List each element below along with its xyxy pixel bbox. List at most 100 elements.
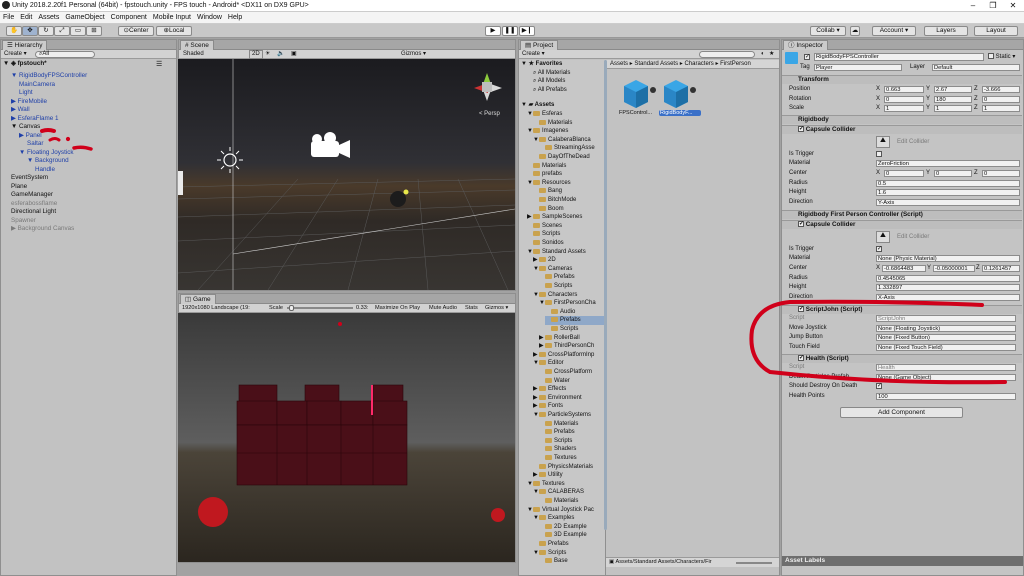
transform-y-field[interactable]: 2.67 (934, 86, 972, 93)
jump-button-circle[interactable] (491, 508, 505, 522)
favorite-all-materials[interactable]: ⌕ All Materials (533, 69, 570, 78)
health-header[interactable]: ✓ Health (Script) (782, 354, 1022, 363)
game-gizmos-dropdown[interactable]: Gizmos ▾ (485, 304, 508, 312)
folder-item[interactable]: PhysicsMaterials (533, 463, 604, 472)
center-1-y[interactable]: 0 (934, 170, 972, 177)
rotate-tool-icon[interactable]: ↻ (38, 26, 54, 36)
folder-item[interactable]: ▶ SampleScenes (527, 213, 604, 222)
radius-2-field[interactable]: 0.4545065 (876, 275, 1020, 282)
capsule1-checkbox[interactable]: ✓ (798, 126, 804, 133)
hierarchy-menu-icon[interactable]: ☰ (156, 60, 162, 68)
folder-item[interactable]: Water (539, 377, 604, 386)
camera-gizmo-icon[interactable] (311, 132, 350, 158)
hierarchy-item[interactable]: ▶ FireMobile (11, 98, 47, 107)
expand-arrow-icon[interactable]: ▶ (11, 225, 18, 232)
hierarchy-item[interactable]: ▼ Canvas (11, 123, 40, 132)
folder-item[interactable]: Boom (533, 205, 604, 214)
should-destroy-checkbox[interactable]: ✓ (876, 383, 882, 390)
project-create-button[interactable]: Create ▾ (522, 50, 545, 58)
folder-item[interactable]: ▶ Fonts (533, 402, 604, 411)
project-search-input[interactable] (699, 51, 755, 58)
tag-dropdown[interactable]: Player (814, 64, 902, 71)
menu-window[interactable]: Window (194, 12, 225, 24)
folder-item[interactable]: ▶ Utility (533, 471, 604, 480)
folder-item[interactable]: Scripts (539, 437, 604, 446)
hierarchy-item[interactable]: Handle (35, 166, 55, 175)
hierarchy-item[interactable]: ▶ Background Canvas (11, 225, 74, 234)
expand-arrow-icon[interactable]: ▼ (11, 123, 19, 130)
folder-item[interactable]: ▼ FirstPersonCha (539, 299, 604, 308)
tab-hierarchy[interactable]: ☰ Hierarchy (2, 40, 48, 50)
hierarchy-item[interactable]: Spawner (11, 217, 36, 226)
folder-item[interactable]: Prefabs (539, 273, 604, 282)
favorites-header[interactable]: ▼ ★ Favorites (521, 60, 562, 69)
scene-viewport[interactable]: < Persp (177, 59, 516, 291)
active-checkbox[interactable]: ✓ (804, 54, 810, 61)
capsule-collider-2-header[interactable]: ✓ Capsule Collider (782, 220, 1022, 229)
transform-z-field[interactable]: 0 (982, 95, 1020, 103)
pivot-space-toggle[interactable]: ⊕Local (156, 26, 192, 36)
mute-audio-toggle[interactable]: Mute Audio (429, 304, 457, 312)
transform-x-field[interactable]: 0.663 (884, 86, 924, 93)
is-trigger-1-checkbox[interactable] (876, 151, 882, 158)
menu-mobile-input[interactable]: Mobile Input (150, 12, 194, 24)
expand-arrow-icon[interactable]: ▶ (11, 106, 18, 113)
center-2-y[interactable]: -0.05000001 (933, 265, 975, 272)
folder-item[interactable]: ▼ CalaberaBlanca (533, 136, 604, 145)
menu-file[interactable]: File (0, 12, 17, 24)
capsule2-checkbox[interactable]: ✓ (798, 221, 804, 228)
move-joystick-circle[interactable] (198, 497, 228, 527)
folder-item[interactable]: CrossPlatform (539, 368, 604, 377)
folder-item[interactable]: DayOfTheDead (533, 153, 604, 162)
layer-dropdown[interactable]: Default (932, 64, 1020, 71)
folder-item[interactable]: Base (539, 557, 604, 566)
expand-arrow-icon[interactable]: ▶ (19, 132, 26, 139)
rbfpc-header[interactable]: Rigidbody First Person Controller (Scrip… (782, 210, 1022, 219)
tab-inspector[interactable]: ⓘ Inspector (783, 40, 829, 50)
scriptjohn-row-field[interactable]: None (Floating Joystick) (876, 324, 1016, 332)
folder-item[interactable]: Sonidos (527, 239, 604, 248)
menu-help[interactable]: Help (225, 12, 245, 24)
menu-gameobject[interactable]: GameObject (62, 12, 107, 24)
scale-slider[interactable] (287, 307, 353, 309)
favorite-all-prefabs[interactable]: ⌕ All Prefabs (533, 86, 567, 95)
material-2-field[interactable]: None (Physic Material) (876, 255, 1020, 262)
hierarchy-create-button[interactable]: Create ▾ (4, 50, 27, 58)
menu-component[interactable]: Component (108, 12, 150, 24)
scale-slider-thumb[interactable] (289, 305, 294, 311)
layout-dropdown[interactable]: Layout (974, 26, 1018, 36)
expand-arrow-icon[interactable]: ▼ (19, 149, 27, 156)
resolution-dropdown[interactable]: 1920x1080 Landscape (19: (182, 304, 266, 312)
hierarchy-item[interactable]: ▶ Wall (11, 106, 30, 115)
folder-item[interactable]: ▼ Esferas (527, 110, 604, 119)
scriptjohn-row-field[interactable]: ScriptJohn (876, 315, 1016, 322)
transform-z-field[interactable]: 1 (982, 105, 1020, 112)
hierarchy-item[interactable]: ▼ RigidBodyFPSController (11, 72, 87, 81)
folder-item[interactable]: Bang (533, 187, 604, 196)
effects-toggle-icon[interactable]: ▣ (291, 50, 297, 58)
move-tool-icon[interactable]: ✥ (22, 26, 38, 36)
pivot-center-toggle[interactable]: ⊙Center (118, 26, 154, 36)
rigidbody-header[interactable]: Rigidbody (782, 115, 1022, 124)
lighting-toggle-icon[interactable]: ☀ (265, 50, 270, 58)
tree-scrollbar[interactable] (604, 60, 607, 530)
filter-type-icon[interactable]: ◐ (761, 50, 765, 58)
breadcrumb-characters[interactable]: Characters (684, 61, 713, 67)
folder-item[interactable]: ▶ RollerBall (539, 334, 604, 343)
is-trigger-2-checkbox[interactable]: ✓ (876, 246, 882, 253)
folder-item[interactable]: ▼ Resources (527, 179, 604, 188)
transform-header[interactable]: Transform (782, 75, 1022, 84)
folder-item[interactable]: Textures (539, 454, 604, 463)
breadcrumb-assets[interactable]: Assets (610, 61, 628, 67)
scale-tool-icon[interactable]: ⤢ (54, 26, 70, 36)
health-row-field[interactable]: None (Game Object) (876, 373, 1016, 381)
cloud-icon[interactable]: ☁ (850, 26, 860, 36)
folder-item[interactable]: Prefabs (533, 540, 604, 549)
scene-root[interactable]: ▼ ◈ fpstouch* (3, 60, 47, 69)
folder-item[interactable]: Scripts (545, 325, 604, 334)
transform-tool-icon[interactable]: ⊞ (86, 26, 102, 36)
hierarchy-item[interactable]: Plane (11, 183, 27, 192)
center-2-x[interactable]: -0.6864483 (882, 265, 926, 272)
add-component-button[interactable]: Add Component (840, 407, 963, 418)
hierarchy-item[interactable]: ▼ Floating Joystick (19, 149, 74, 158)
